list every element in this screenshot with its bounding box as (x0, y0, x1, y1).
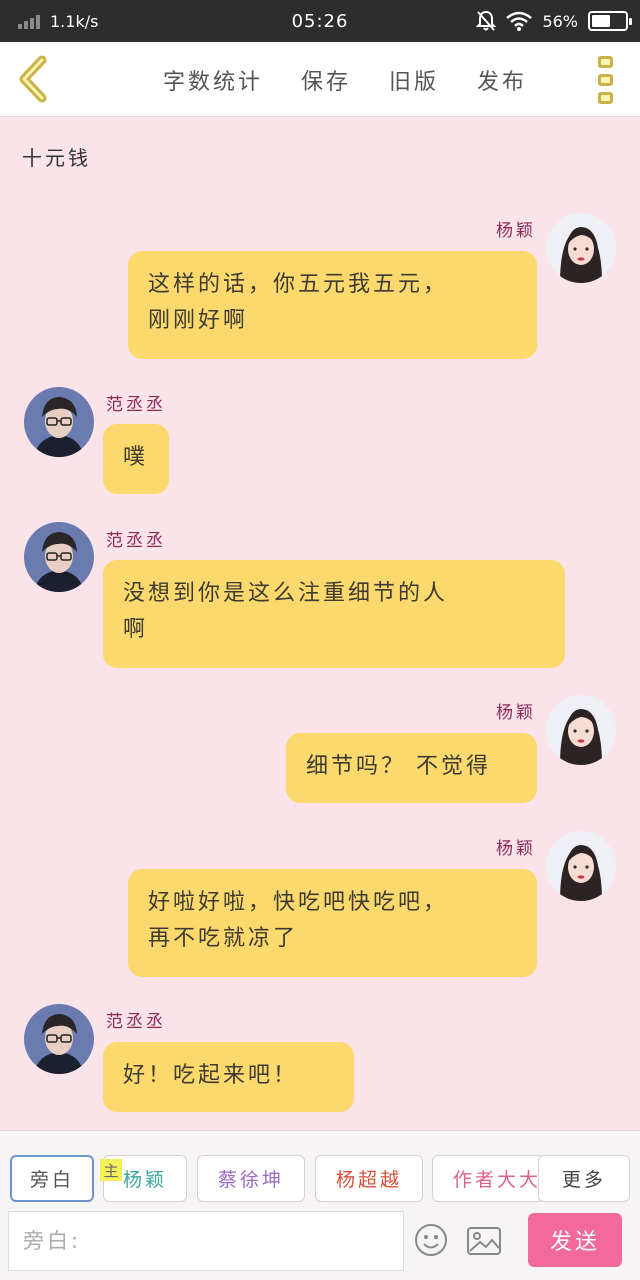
avatar-fan-cheng-cheng[interactable] (24, 522, 94, 592)
message-input[interactable] (9, 1212, 403, 1270)
message-input-box (8, 1211, 404, 1271)
role-label: 更多 (561, 1169, 606, 1191)
role-author-button[interactable]: 作者大大 (432, 1155, 544, 1202)
back-icon[interactable] (14, 54, 54, 104)
role-label: 作者大大 (453, 1169, 542, 1191)
wifi-icon (506, 11, 533, 31)
message-bubble[interactable]: 没想到你是这么注重细节的人 啊 (103, 560, 565, 668)
message-bubble[interactable]: 这样的话，你五元我五元， 刚刚好啊 (128, 251, 537, 359)
speaker-name: 杨颖 (496, 839, 536, 859)
speaker-name: 范丞丞 (106, 1012, 166, 1032)
role-yang-chao-yue-button[interactable]: 杨超越 (315, 1155, 423, 1202)
role-label: 旁白 (29, 1169, 74, 1191)
message-line: 这样的话，你五元我五元， (148, 272, 449, 297)
battery-icon (588, 11, 632, 31)
avatar-yang-ying[interactable] (546, 213, 616, 283)
speaker-name: 范丞丞 (106, 531, 166, 551)
message-line: 细节吗？ 不觉得 (306, 754, 491, 779)
composer-panel: 旁白 杨颖 蔡徐坤 杨超越 作者大大 更多 主 发送 (0, 1130, 640, 1280)
speaker-name: 范丞丞 (106, 395, 166, 415)
message-line: 好！吃起来吧！ (123, 1063, 299, 1088)
role-label: 杨颖 (122, 1169, 167, 1191)
avatar-yang-ying[interactable] (546, 695, 616, 765)
avatar-fan-cheng-cheng[interactable] (24, 1004, 94, 1074)
message-line: 刚刚好啊 (148, 308, 249, 333)
image-icon[interactable] (466, 1225, 502, 1257)
speaker-name: 杨颖 (496, 703, 536, 723)
role-cai-xu-kun-button[interactable]: 蔡徐坤 (197, 1155, 305, 1202)
more-menu-icon[interactable] (598, 56, 614, 104)
message-bubble[interactable]: 细节吗？ 不觉得 (286, 733, 537, 803)
message-bubble[interactable]: 好！吃起来吧！ (103, 1042, 354, 1112)
message-line: 再不吃就凉了 (148, 926, 299, 951)
avatar-yang-ying[interactable] (546, 831, 616, 901)
message-line: 噗 (123, 445, 149, 470)
message-line: 没想到你是这么注重细节的人 (123, 581, 449, 606)
message-line: 好啦好啦，快吃吧快吃吧， (148, 890, 449, 915)
message-line: 啊 (123, 617, 149, 642)
main-role-badge: 主 (100, 1159, 122, 1181)
narration-text: 十元钱 (22, 146, 91, 170)
avatar-fan-cheng-cheng[interactable] (24, 387, 94, 457)
status-bar: 1.1k/s 05:26 56% (0, 0, 640, 42)
word-count-button[interactable]: 字数统计 (163, 64, 263, 96)
message-bubble[interactable]: 噗 (103, 424, 169, 494)
editor-toolbar: 字数统计 保存 旧版 发布 (0, 42, 640, 117)
old-version-button[interactable]: 旧版 (389, 64, 439, 96)
send-button[interactable]: 发送 (528, 1213, 622, 1267)
battery-percent: 56% (542, 11, 578, 31)
battery-level (592, 15, 610, 27)
role-label: 蔡徐坤 (217, 1169, 284, 1191)
status-right: 56% (476, 0, 632, 42)
speaker-name: 杨颖 (496, 221, 536, 241)
emoji-icon[interactable] (414, 1223, 448, 1257)
more-roles-button[interactable]: 更多 (538, 1155, 630, 1202)
publish-button[interactable]: 发布 (477, 64, 527, 96)
mute-bell-icon (476, 10, 497, 31)
toolbar-actions: 字数统计 保存 旧版 发布 (163, 42, 527, 117)
save-button[interactable]: 保存 (301, 64, 351, 96)
role-narration-button[interactable]: 旁白 (10, 1155, 94, 1202)
role-label: 杨超越 (335, 1169, 402, 1191)
message-bubble[interactable]: 好啦好啦，快吃吧快吃吧， 再不吃就凉了 (128, 869, 537, 977)
